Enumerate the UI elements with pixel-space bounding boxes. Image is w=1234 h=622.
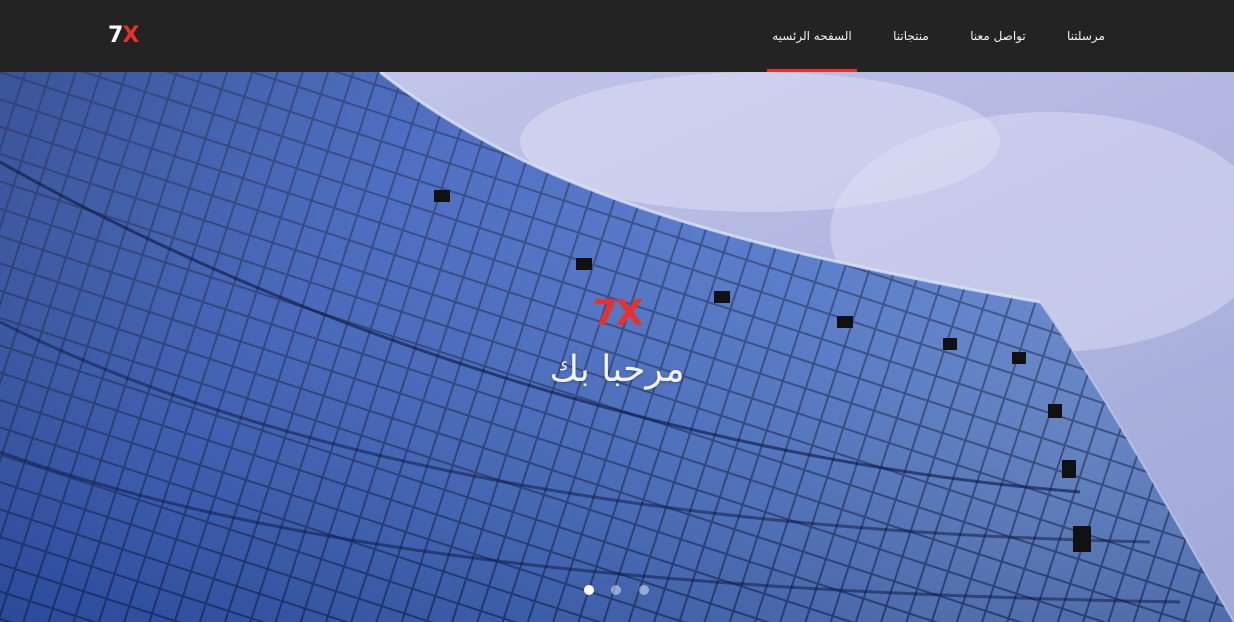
brand-logo[interactable]: 7X [108,22,139,50]
building-background-image [0,72,1234,622]
carousel-indicators [584,585,654,597]
hero-welcome-text: مرحبا بك [549,349,685,390]
carousel-dot-3[interactable] [639,585,649,595]
nav-item-label: منتجاتنا [893,29,929,43]
nav-item-label: مرسلتنا [1067,29,1105,43]
nav-item-label: تواصل معنا [970,29,1026,43]
hero-banner: 7X مرحبا بك [0,72,1234,622]
hero-logo-digit: 7 [592,293,618,334]
nav-item-our-messages[interactable]: مرسلتنا [1062,0,1110,72]
carousel-dot-1[interactable] [584,585,594,595]
nav-item-home[interactable]: السفحه الرئسيه [767,0,857,72]
hero-logo: 7X [0,294,1234,334]
top-navbar: 7X مرسلتنا تواصل معنا منتجاتنا السفحه ال… [0,0,1234,72]
hero-logo-letter: X [615,293,644,334]
nav-item-our-products[interactable]: منتجاتنا [886,0,936,72]
logo-digit: 7 [108,23,123,48]
nav-item-contact-us[interactable]: تواصل معنا [962,0,1034,72]
logo-letter: X [122,23,139,48]
nav-item-label: السفحه الرئسيه [772,29,852,43]
carousel-dot-2[interactable] [611,585,621,595]
